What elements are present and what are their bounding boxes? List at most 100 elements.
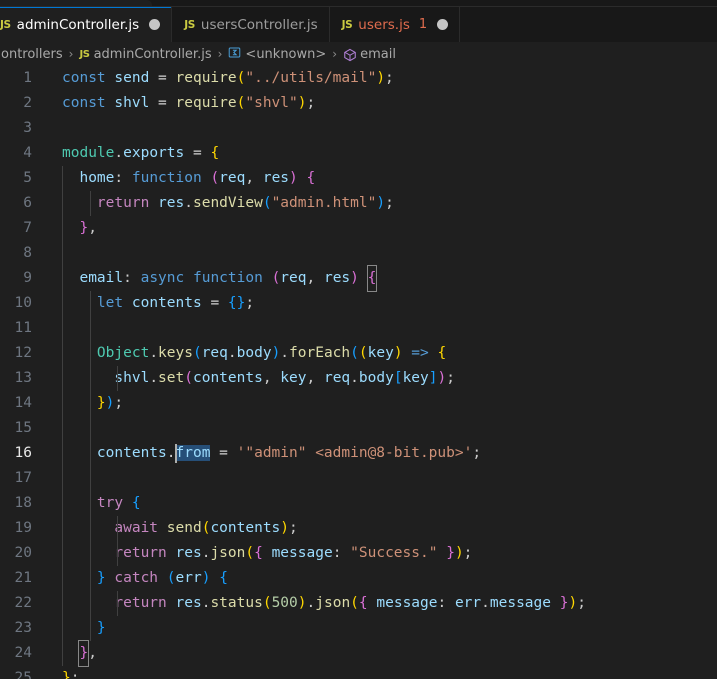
- line-number: 12: [14, 345, 32, 361]
- line-number: 22: [14, 595, 32, 611]
- code-line[interactable]: }: [46, 616, 717, 641]
- code-line[interactable]: return res.status(500).json({ message: e…: [46, 591, 717, 616]
- code-line[interactable]: contents. from = '"admin" <admin@8-bit.pu…: [46, 441, 717, 466]
- editor-tab-bar[interactable]: JS adminController.js JS usersController…: [0, 7, 717, 42]
- tab-label: adminController.js: [16, 16, 140, 33]
- indent-guide: [89, 616, 91, 641]
- code-row: 18 try {: [0, 491, 717, 516]
- code-line[interactable]: await send(contents);: [46, 516, 717, 541]
- method-cube-icon: [343, 48, 356, 61]
- code-line[interactable]: let contents = {};: [46, 291, 717, 316]
- indent-guide: [62, 216, 63, 241]
- code-line[interactable]: [46, 116, 717, 141]
- unsaved-dot-icon[interactable]: [149, 19, 161, 30]
- breadcrumb-label: email: [360, 46, 396, 62]
- code-row: 6 return res.sendView("admin.html");: [0, 191, 717, 216]
- code-editor[interactable]: 1 const send = require("../utils/mail");…: [0, 66, 717, 679]
- code-line[interactable]: },: [46, 216, 717, 241]
- code-line[interactable]: },: [46, 640, 717, 667]
- indent-guide: [89, 591, 91, 616]
- line-number: 17: [14, 470, 32, 486]
- code-row: 15: [0, 416, 717, 441]
- indent-guide: [62, 641, 63, 666]
- code-row: 8: [0, 241, 717, 266]
- line-number: 3: [23, 120, 32, 136]
- breadcrumb-separator-icon: ›: [217, 47, 223, 61]
- code-line[interactable]: try {: [46, 491, 717, 516]
- line-number: 5: [23, 170, 32, 186]
- line-number: 15: [14, 420, 32, 436]
- code-line[interactable]: Object.keys(req.body).forEach((key) => {: [46, 341, 717, 366]
- line-number: 7: [23, 220, 32, 236]
- line-number: 6: [23, 195, 32, 211]
- code-line[interactable]: [46, 316, 717, 341]
- tab-label: usersController.js: [200, 16, 318, 33]
- unsaved-dot-icon[interactable]: [437, 19, 449, 30]
- code-row: 17: [0, 466, 717, 491]
- text-cursor: [175, 444, 177, 463]
- code-row: 23 }: [0, 616, 717, 641]
- tab-users-js[interactable]: JS users.js 1: [329, 7, 461, 42]
- module-icon: [228, 46, 241, 62]
- indent-guide: [89, 291, 91, 316]
- indent-guide: [62, 291, 63, 316]
- line-number: 9: [23, 270, 32, 286]
- breadcrumb-item-symbol-email[interactable]: email: [342, 47, 397, 62]
- code-line[interactable]: [46, 416, 717, 441]
- tab-adminController-js[interactable]: JS adminController.js: [0, 7, 173, 42]
- breadcrumb-item-folder[interactable]: ontrollers: [0, 47, 64, 62]
- code-line[interactable]: return res.sendView("admin.html");: [46, 191, 717, 216]
- code-line[interactable]: [46, 241, 717, 266]
- indent-guide: [89, 341, 91, 366]
- indent-guide: [62, 541, 63, 566]
- bracket-match-highlight: }: [78, 640, 90, 667]
- code-line[interactable]: } catch (err) {: [46, 566, 717, 591]
- indent-guide: [62, 166, 63, 191]
- line-number: 11: [14, 320, 32, 336]
- code-line[interactable]: const shvl = require("shvl");: [46, 91, 717, 116]
- code-line[interactable]: return res.json({ message: "Success." })…: [46, 541, 717, 566]
- line-number: 16: [14, 445, 32, 461]
- indent-guide: [62, 566, 63, 591]
- code-row: 21 } catch (err) {: [0, 566, 717, 591]
- code-row: 25 };: [0, 666, 717, 679]
- indent-guide: [89, 391, 91, 416]
- indent-guide: [89, 541, 91, 566]
- line-number: 2: [23, 95, 32, 111]
- code-row: 2 const shvl = require("shvl");: [0, 91, 717, 116]
- indent-guide: [62, 266, 63, 291]
- code-line[interactable]: const send = require("../utils/mail");: [46, 66, 717, 91]
- breadcrumb-separator-icon: ›: [68, 47, 74, 61]
- code-row: 19 await send(contents);: [0, 516, 717, 541]
- code-line[interactable]: email: async function (req, res) {: [46, 265, 717, 292]
- line-number: 21: [14, 570, 32, 586]
- code-row: 13 shvl.set(contents, key, req.body[key]…: [0, 366, 717, 391]
- code-line[interactable]: };: [46, 666, 717, 679]
- indent-guide: [62, 516, 63, 541]
- code-line[interactable]: module.exports = {: [46, 141, 717, 166]
- breadcrumb-label: adminController.js: [93, 46, 212, 62]
- line-number: 23: [14, 620, 32, 636]
- indent-guide: [89, 566, 91, 591]
- indent-guide: [62, 191, 63, 216]
- indent-guide: [62, 416, 63, 441]
- indent-guide: [89, 516, 91, 541]
- code-row: 1 const send = require("../utils/mail");: [0, 66, 717, 91]
- code-row: 14 });: [0, 391, 717, 416]
- tab-usersController-js[interactable]: JS usersController.js: [172, 7, 330, 42]
- breadcrumb-item-unknown[interactable]: <unknown>: [227, 46, 327, 62]
- code-line[interactable]: });: [46, 391, 717, 416]
- code-row: 22 return res.status(500).json({ message…: [0, 591, 717, 616]
- breadcrumb[interactable]: ontrollers › JS adminController.js › <un…: [0, 42, 717, 66]
- line-number: 18: [14, 495, 32, 511]
- code-line[interactable]: home: function (req, res) {: [46, 166, 717, 191]
- breadcrumb-label: <unknown>: [245, 46, 327, 62]
- code-line[interactable]: [46, 466, 717, 491]
- vscode-editor-window: JS adminController.js JS usersController…: [0, 0, 717, 679]
- selected-text[interactable]: from: [175, 445, 211, 461]
- indent-guide: [89, 191, 91, 216]
- breadcrumb-item-file[interactable]: JS adminController.js: [78, 47, 212, 62]
- indent-guide: [117, 591, 118, 616]
- code-row: 3: [0, 116, 717, 141]
- code-line[interactable]: shvl.set(contents, key, req.body[key]);: [46, 366, 717, 391]
